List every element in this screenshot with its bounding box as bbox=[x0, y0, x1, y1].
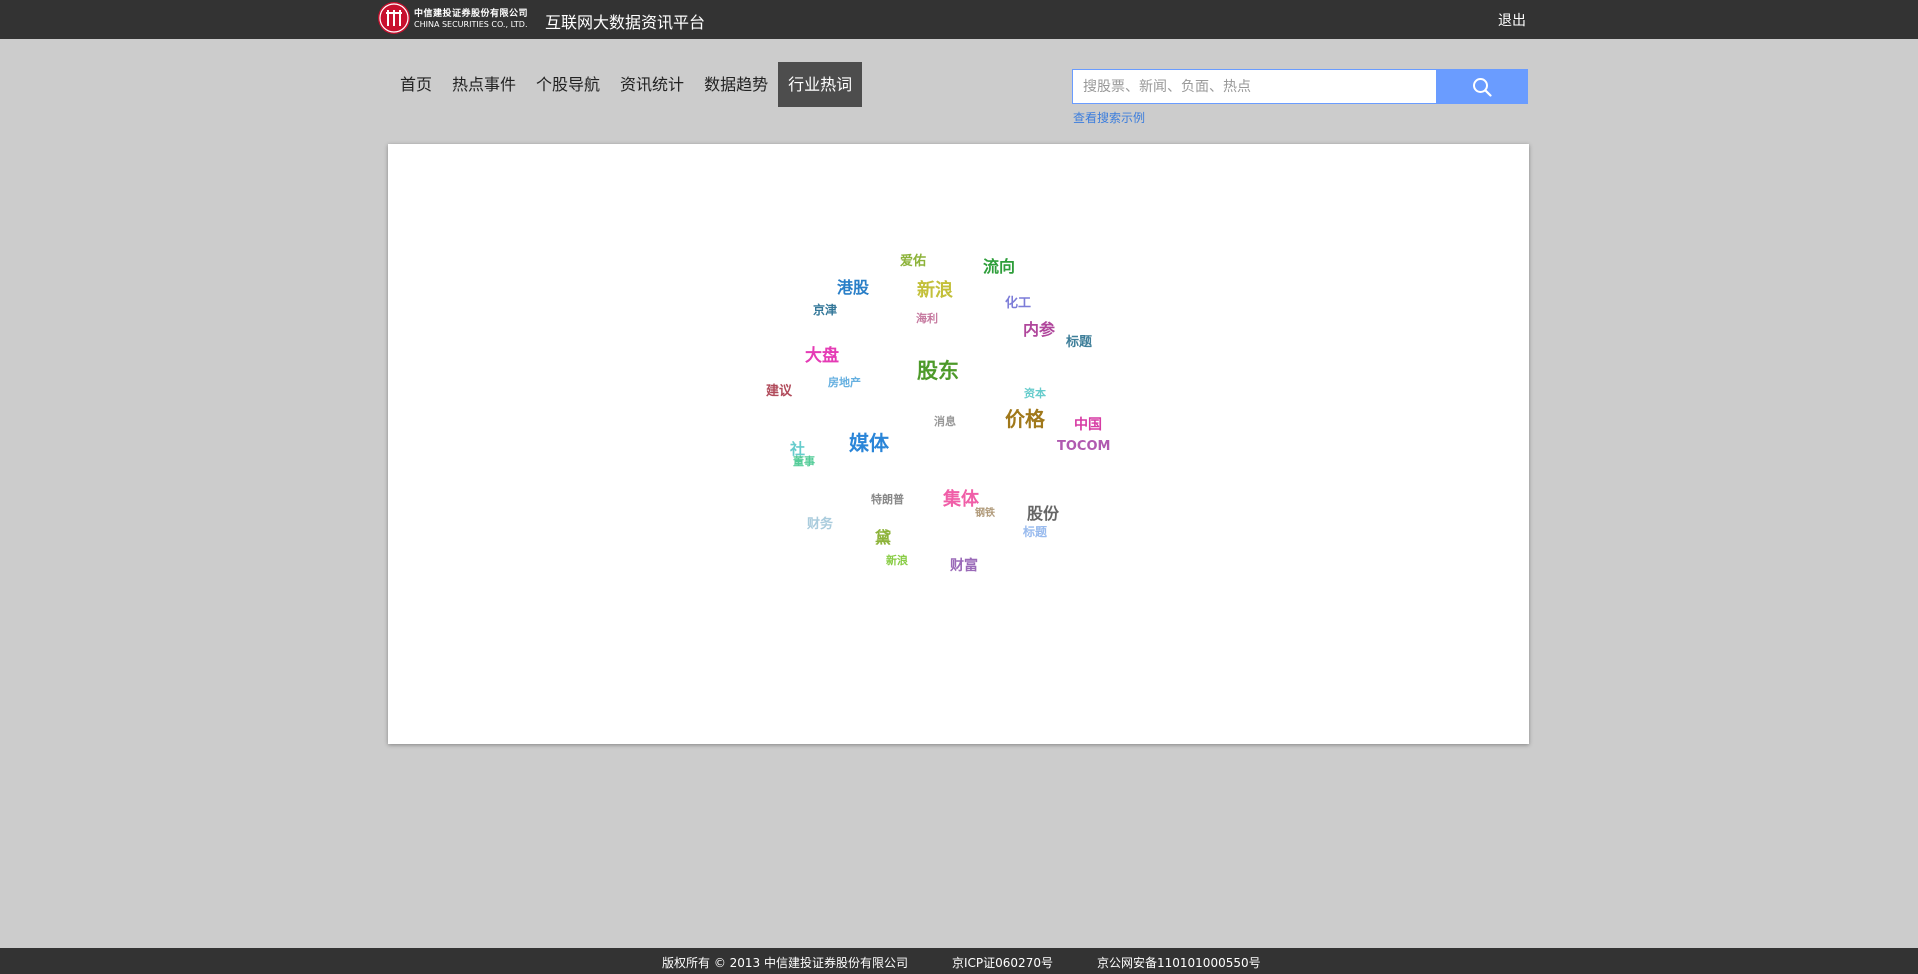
cloud-word[interactable]: 内参 bbox=[1023, 322, 1055, 338]
company-logo[interactable]: 中信建投证券股份有限公司 CHINA SECURITIES CO., LTD. bbox=[378, 2, 536, 36]
cloud-word[interactable]: 股东 bbox=[917, 361, 959, 382]
nav-data-trends[interactable]: 数据趋势 bbox=[694, 62, 778, 107]
cloud-word[interactable]: 消息 bbox=[934, 416, 956, 427]
site-title: 互联网大数据资讯平台 bbox=[545, 13, 706, 32]
cloud-word[interactable]: 海利 bbox=[916, 313, 938, 324]
cloud-word[interactable]: 资本 bbox=[1024, 388, 1046, 399]
cloud-word[interactable]: 流向 bbox=[983, 259, 1015, 275]
top-bar: 中信建投证券股份有限公司 CHINA SECURITIES CO., LTD. … bbox=[0, 0, 1918, 39]
cloud-word[interactable]: 财富 bbox=[950, 559, 978, 573]
cloud-word[interactable]: 标题 bbox=[1023, 526, 1047, 538]
search-input[interactable] bbox=[1073, 70, 1433, 103]
cloud-word[interactable]: 新浪 bbox=[917, 282, 953, 300]
footer-icp[interactable]: 京ICP证060270号 bbox=[952, 954, 1053, 971]
cloud-word[interactable]: 黛 bbox=[875, 530, 891, 546]
nav-stock-navigation[interactable]: 个股导航 bbox=[526, 62, 610, 107]
cloud-word[interactable]: 房地产 bbox=[828, 377, 861, 388]
cloud-word[interactable]: 媒体 bbox=[849, 433, 889, 453]
cloud-word[interactable]: 新浪 bbox=[886, 555, 908, 566]
nav-home[interactable]: 首页 bbox=[390, 62, 442, 107]
nav-news-statistics[interactable]: 资讯统计 bbox=[610, 62, 694, 107]
search-button[interactable] bbox=[1437, 69, 1528, 104]
search-icon bbox=[1473, 78, 1492, 97]
cloud-word[interactable]: 钢铁 bbox=[975, 509, 995, 519]
cloud-word[interactable]: 标题 bbox=[1066, 336, 1092, 349]
logout-link[interactable]: 退出 bbox=[1498, 10, 1526, 30]
cloud-word[interactable]: 大盘 bbox=[805, 348, 839, 365]
word-cloud-panel: 爱佑 流向 港股 新浪 化工 京津 海利 内参 标题 大盘 股东 房地产 建议 … bbox=[388, 144, 1529, 744]
logo-chinese-name: 中信建投证券股份有限公司 bbox=[414, 9, 529, 19]
cloud-word[interactable]: 中国 bbox=[1074, 418, 1102, 432]
search-box bbox=[1072, 69, 1437, 104]
nav-hot-events[interactable]: 热点事件 bbox=[442, 62, 526, 107]
cloud-word[interactable]: 董事 bbox=[793, 456, 815, 467]
cloud-word[interactable]: 集体 bbox=[943, 491, 979, 509]
cloud-word[interactable]: 财务 bbox=[807, 518, 833, 531]
cloud-word[interactable]: 化工 bbox=[1005, 297, 1031, 310]
cloud-word[interactable]: 建议 bbox=[766, 385, 792, 398]
search-example-link[interactable]: 查看搜索示例 bbox=[1073, 109, 1145, 126]
cloud-word[interactable]: 股份 bbox=[1027, 506, 1059, 522]
footer-police-record[interactable]: 京公网安备110101000550号 bbox=[1097, 954, 1261, 971]
cloud-word[interactable]: 特朗普 bbox=[871, 494, 904, 505]
cloud-word[interactable]: 港股 bbox=[837, 280, 869, 296]
footer-copyright: 版权所有 © 2013 中信建投证券股份有限公司 bbox=[662, 956, 908, 970]
cloud-word[interactable]: 爱佑 bbox=[900, 255, 926, 268]
main-nav: 首页 热点事件 个股导航 资讯统计 数据趋势 行业热词 bbox=[390, 62, 863, 107]
logo-english-name: CHINA SECURITIES CO., LTD. bbox=[414, 20, 528, 29]
cloud-word[interactable]: TOCOM bbox=[1057, 440, 1110, 453]
cloud-word[interactable]: 价格 bbox=[1005, 409, 1045, 429]
cloud-word[interactable]: 京津 bbox=[813, 304, 837, 316]
logo-emblem-icon bbox=[378, 2, 410, 34]
nav-industry-keywords[interactable]: 行业热词 bbox=[778, 62, 863, 107]
footer: 版权所有 © 2013 中信建投证券股份有限公司 京ICP证060270号 京公… bbox=[0, 948, 1918, 974]
